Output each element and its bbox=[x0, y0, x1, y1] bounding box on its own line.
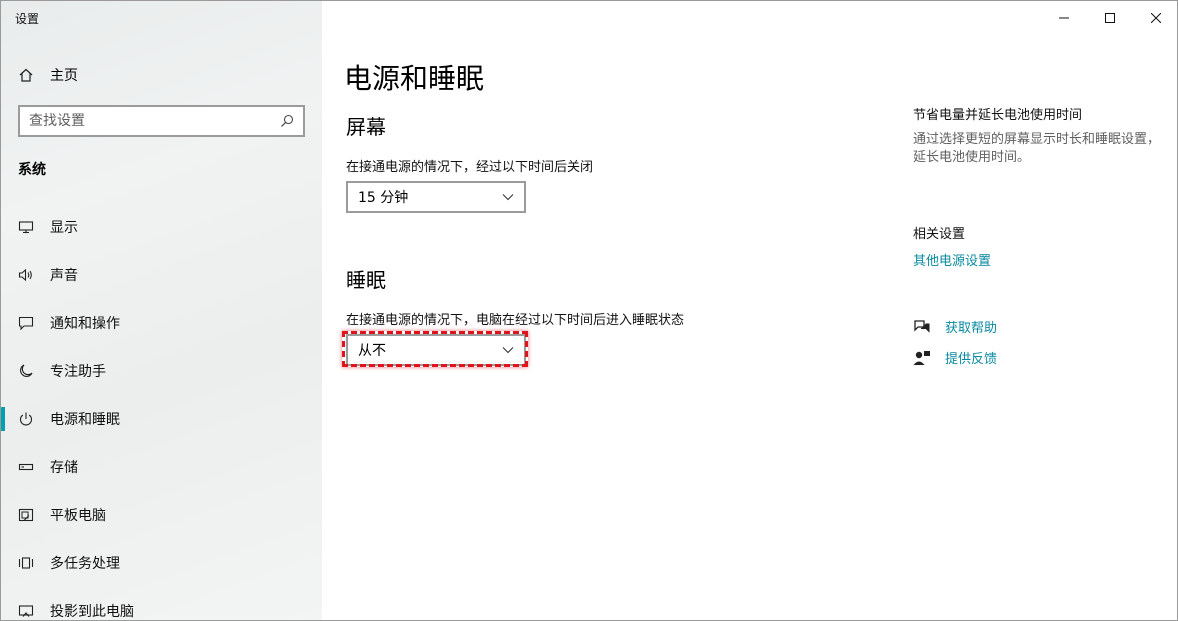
settings-window: 设置 主页 系统 显示 声音 通知和操作 专注 bbox=[0, 0, 1178, 621]
tablet-icon bbox=[18, 508, 34, 522]
screen-timeout-dropdown[interactable]: 15 分钟 bbox=[346, 181, 526, 213]
search-icon[interactable] bbox=[279, 113, 295, 129]
main-content: 电源和睡眠 屏幕 在接通电源的情况下，经过以下时间后关闭 15 分钟 睡眠 在接… bbox=[322, 1, 1177, 620]
feedback-person-icon bbox=[913, 350, 930, 365]
chevron-down-icon bbox=[502, 347, 514, 354]
screen-description: 在接通电源的情况下，经过以下时间后关闭 bbox=[346, 160, 594, 175]
tip-title: 节省电量并延长电池使用时间 bbox=[913, 108, 1083, 123]
multitask-icon bbox=[18, 557, 34, 569]
close-icon bbox=[1151, 13, 1161, 23]
tip-description: 通过选择更短的屏幕显示时长和睡眠设置，延长电池使用时间。 bbox=[913, 132, 1161, 165]
sidebar-item-label: 存储 bbox=[50, 460, 78, 476]
minimize-icon bbox=[1059, 17, 1069, 19]
project-icon bbox=[18, 605, 34, 617]
message-icon bbox=[18, 316, 34, 331]
app-title: 设置 bbox=[15, 12, 40, 26]
sidebar-item-label: 平板电脑 bbox=[50, 508, 106, 524]
get-help-label: 获取帮助 bbox=[945, 321, 998, 336]
related-settings-title: 相关设置 bbox=[913, 227, 966, 242]
power-icon bbox=[19, 412, 33, 426]
home-button[interactable]: 主页 bbox=[18, 65, 78, 85]
sidebar: 设置 主页 系统 显示 声音 通知和操作 专注 bbox=[1, 1, 322, 620]
home-label: 主页 bbox=[50, 68, 78, 84]
sidebar-item-label: 声音 bbox=[50, 268, 78, 284]
maximize-icon bbox=[1105, 13, 1115, 23]
close-button[interactable] bbox=[1133, 1, 1177, 35]
sleep-timeout-dropdown[interactable]: 从不 bbox=[346, 334, 526, 366]
sidebar-item-notifications[interactable]: 通知和操作 bbox=[1, 299, 322, 347]
other-power-settings-link[interactable]: 其他电源设置 bbox=[913, 250, 991, 269]
screen-timeout-value: 15 分钟 bbox=[358, 190, 409, 206]
sidebar-item-label: 多任务处理 bbox=[50, 556, 120, 572]
window-controls bbox=[1041, 1, 1177, 35]
sidebar-item-focus-assist[interactable]: 专注助手 bbox=[1, 347, 322, 395]
sidebar-item-tablet[interactable]: 平板电脑 bbox=[1, 491, 322, 539]
storage-icon bbox=[18, 463, 34, 471]
sidebar-item-display[interactable]: 显示 bbox=[1, 203, 322, 251]
moon-icon bbox=[20, 364, 33, 377]
give-feedback-link[interactable]: 提供反馈 bbox=[913, 348, 997, 367]
screen-heading: 屏幕 bbox=[346, 115, 386, 139]
page-title: 电源和睡眠 bbox=[344, 62, 485, 95]
help-chat-icon bbox=[914, 319, 930, 333]
sidebar-item-power-sleep[interactable]: 电源和睡眠 bbox=[1, 395, 322, 443]
sleep-heading: 睡眠 bbox=[346, 268, 386, 292]
sleep-timeout-value: 从不 bbox=[358, 343, 386, 359]
speaker-icon bbox=[18, 268, 32, 282]
sidebar-item-storage[interactable]: 存储 bbox=[1, 443, 322, 491]
chevron-down-icon bbox=[502, 194, 514, 201]
get-help-link[interactable]: 获取帮助 bbox=[913, 317, 997, 336]
minimize-button[interactable] bbox=[1041, 1, 1087, 35]
search-input[interactable] bbox=[20, 113, 279, 129]
monitor-icon bbox=[18, 221, 34, 234]
sidebar-item-project[interactable]: 投影到此电脑 bbox=[1, 587, 322, 620]
sidebar-item-label: 通知和操作 bbox=[50, 316, 120, 332]
search-box[interactable] bbox=[18, 105, 305, 137]
sidebar-item-multitasking[interactable]: 多任务处理 bbox=[1, 539, 322, 587]
give-feedback-label: 提供反馈 bbox=[945, 352, 998, 367]
sidebar-item-label: 专注助手 bbox=[50, 364, 106, 380]
section-title-system: 系统 bbox=[18, 162, 46, 178]
home-icon bbox=[19, 68, 33, 82]
sidebar-item-label: 投影到此电脑 bbox=[50, 604, 134, 620]
sidebar-item-label: 电源和睡眠 bbox=[50, 412, 120, 428]
sleep-description: 在接通电源的情况下，电脑在经过以下时间后进入睡眠状态 bbox=[346, 313, 685, 328]
sidebar-item-label: 显示 bbox=[50, 220, 78, 236]
sidebar-nav: 显示 声音 通知和操作 专注助手 电源和睡眠 存储 平板电脑 多任务处理 投影到… bbox=[1, 203, 322, 620]
sidebar-item-sound[interactable]: 声音 bbox=[1, 251, 322, 299]
maximize-button[interactable] bbox=[1087, 1, 1133, 35]
